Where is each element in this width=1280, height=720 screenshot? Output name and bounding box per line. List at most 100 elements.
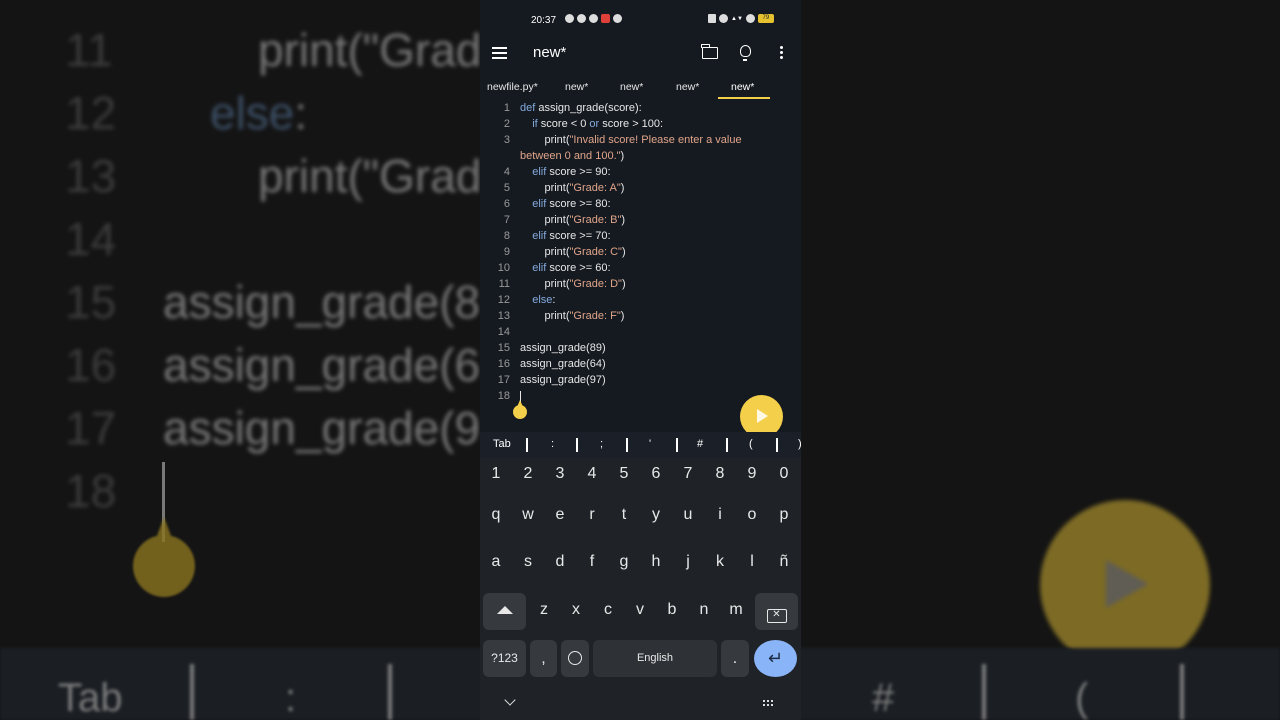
background-run-icon [1040,500,1210,670]
hamburger-menu-icon[interactable] [492,47,507,59]
background-bar-separator [190,664,194,720]
number-key-9[interactable]: 9 [736,461,768,487]
symbol-key-semicolon[interactable]: ; [600,438,603,450]
letter-key-l[interactable]: l [736,543,768,580]
number-key-0[interactable]: 0 [768,461,800,487]
letter-key-j[interactable]: j [672,543,704,580]
symbol-key-close-paren[interactable]: ) [798,438,801,450]
code-token: score >= 60: [546,262,611,274]
number-key-3[interactable]: 3 [544,461,576,487]
code-token: ) [621,246,626,258]
number-key-7[interactable]: 7 [672,461,704,487]
code-token: assign_grade(64) [520,358,606,370]
more-options-icon[interactable] [778,46,784,62]
language-key[interactable] [561,640,589,677]
letter-key-e[interactable]: e [544,496,576,533]
letter-key-d[interactable]: d [544,543,576,580]
tab-newfile[interactable]: newfile.py* [487,81,538,93]
code-line: 8 elif score >= 70: [480,228,801,244]
folder-icon[interactable] [701,44,718,59]
letter-key-b[interactable]: b [656,591,688,628]
code-line: 5 print("Grade: A") [480,180,801,196]
code-token: print( [520,310,570,322]
line-number: 11 [498,278,510,290]
code-editor[interactable]: 18 17 assign_grade(97) 16 assign_grade(64) 15… [480,100,801,438]
letter-key-i[interactable]: i [704,496,736,533]
status-time: 20:37 [531,15,557,26]
letter-key-w[interactable]: w [512,496,544,533]
letter-key-a[interactable]: a [480,543,512,580]
code-token: ) [620,310,625,322]
lightbulb-icon[interactable] [740,45,751,61]
battery-icon: 79 [757,14,774,23]
background-code-text: print("Grad [258,20,480,80]
letter-key-c[interactable]: c [592,591,624,628]
code-text: print("Grade: B") [520,212,625,228]
active-tab-indicator [718,97,770,99]
nfc-icon [708,14,716,23]
background-bar-item: # [872,676,895,720]
cursor-handle[interactable] [513,400,527,419]
period-key[interactable]: . [721,640,749,677]
keyboard-switch-icon[interactable] [763,700,775,708]
tab-new[interactable]: new* [565,81,588,93]
number-key-1[interactable]: 1 [480,461,512,487]
hide-keyboard-icon[interactable] [504,694,516,706]
number-key-6[interactable]: 6 [640,461,672,487]
number-key-2[interactable]: 2 [512,461,544,487]
letter-key-z[interactable]: z [528,591,560,628]
string-token: "Grade: F" [569,310,621,322]
symbol-separator [626,438,628,452]
letter-key-m[interactable]: m [720,591,752,628]
symbol-key-hash[interactable]: # [697,438,703,450]
number-key-8[interactable]: 8 [704,461,736,487]
letter-key-k[interactable]: k [704,543,736,580]
letter-key-r[interactable]: r [576,496,608,533]
tiktok-icon [577,14,586,23]
tab-new[interactable]: new* [620,81,643,93]
letter-key-g[interactable]: g [608,543,640,580]
app-icon [613,14,622,23]
letter-key-ñ[interactable]: ñ [768,543,800,580]
line-number: 1 [503,102,510,114]
enter-key[interactable]: ↵ [754,640,797,677]
string-token: "Grade: B" [569,214,622,226]
symbol-key-quote[interactable]: ' [649,438,651,450]
letter-key-q[interactable]: q [480,496,512,533]
number-key-4[interactable]: 4 [576,461,608,487]
symbol-key-colon[interactable]: : [551,438,554,450]
symbol-key-tab[interactable]: Tab [493,438,511,450]
letter-key-t[interactable]: t [608,496,640,533]
backspace-key[interactable]: ✕ [755,593,798,630]
letter-key-f[interactable]: f [576,543,608,580]
letter-key-h[interactable]: h [640,543,672,580]
letter-key-p[interactable]: p [768,496,800,533]
string-token: "Grade: C" [569,246,622,258]
string-token: "Grade: A" [569,182,621,194]
code-line: 4 elif score >= 90: [480,164,801,180]
letter-key-n[interactable]: n [688,591,720,628]
letter-key-s[interactable]: s [512,543,544,580]
shift-key[interactable] [483,593,526,630]
space-key[interactable]: English [593,640,717,677]
letter-key-x[interactable]: x [560,591,592,628]
tab-new[interactable]: new* [676,81,699,93]
letter-key-y[interactable]: y [640,496,672,533]
tab-new-active[interactable]: new* [731,81,754,93]
comma-key[interactable]: , [530,640,557,677]
background-code-token: print("Grad [258,24,480,76]
keyword-token: elif [532,166,547,178]
background-line-number: 13 [65,150,117,202]
do-not-disturb-icon [719,14,728,23]
globe-icon [568,651,582,665]
letter-key-v[interactable]: v [624,591,656,628]
code-text: elif score >= 90: [520,164,610,180]
code-text: assign_grade(64) [520,356,606,372]
symbol-key-open-paren[interactable]: ( [749,438,753,450]
background-code-line: 11 print("Grad [0,20,480,80]
letter-key-u[interactable]: u [672,496,704,533]
letter-key-o[interactable]: o [736,496,768,533]
symbols-key[interactable]: ?123 [483,640,526,677]
number-key-5[interactable]: 5 [608,461,640,487]
